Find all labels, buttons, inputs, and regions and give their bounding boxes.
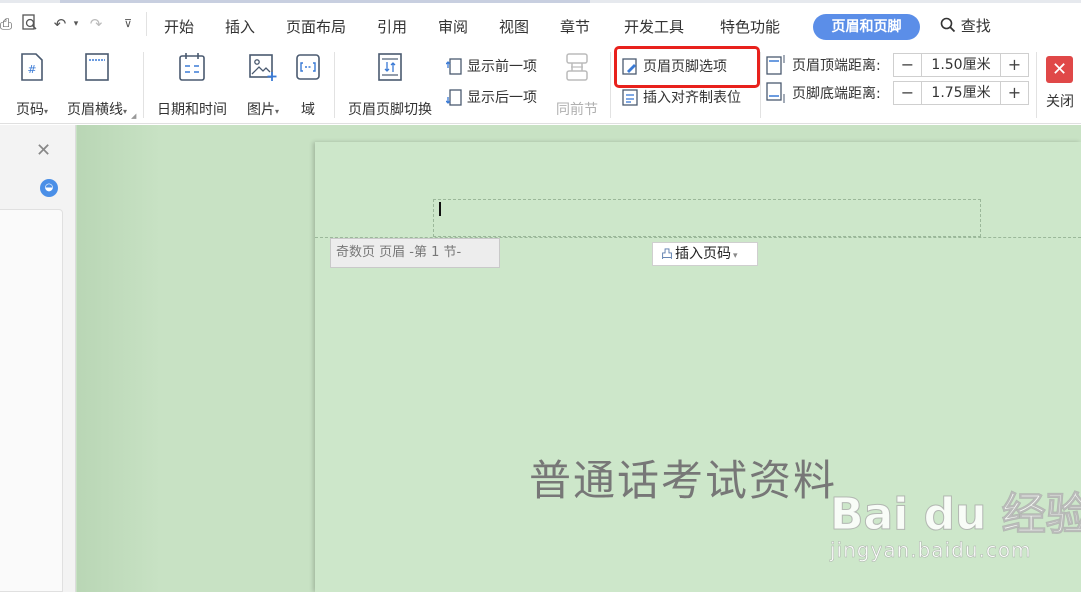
menu-item-section[interactable]: 章节 (560, 17, 590, 37)
footer-bottom-distance-label: 页脚底端距离: (792, 86, 881, 102)
picture-button[interactable]: 图片▾ (238, 52, 288, 118)
link-to-previous-icon (566, 53, 588, 81)
footer-bottom-distance-input[interactable]: 1.75厘米 (923, 82, 999, 104)
header-top-distance-icon (766, 55, 785, 75)
header-footer-switch-label: 页眉页脚切换 (348, 102, 432, 118)
menu-divider (146, 12, 147, 36)
footer-bottom-distance-icon (766, 82, 785, 103)
print-preview-icon[interactable] (20, 14, 40, 34)
search-label: 查找 (960, 17, 991, 35)
assistant-icon[interactable]: ◒ (40, 179, 58, 197)
menu-item-developer[interactable]: 开发工具 (624, 17, 684, 37)
text-cursor (439, 202, 441, 216)
date-time-label: 日期和时间 (157, 102, 227, 118)
close-icon: ✕ (1051, 59, 1068, 80)
menu-item-insert[interactable]: 插入 (225, 17, 255, 37)
header-top-distance-label: 页眉顶端距离: (792, 58, 881, 74)
field-button[interactable]: 域 (290, 52, 326, 118)
show-previous-label: 显示前一项 (467, 59, 537, 75)
show-next-label: 显示后一项 (467, 90, 537, 106)
header-line-icon (85, 53, 109, 81)
page-gutter (77, 125, 317, 592)
header-line-label: 页眉横线 (66, 102, 123, 118)
header-top-distance-spinner: − 1.50厘米 + (893, 53, 1029, 77)
undo-dropdown-icon[interactable]: ▾ (66, 14, 86, 34)
title-strip (0, 0, 1081, 3)
ribbon-divider (334, 52, 335, 118)
show-next-button[interactable]: 显示后一项 (446, 87, 537, 109)
switch-icon (378, 53, 402, 81)
calendar-icon (179, 53, 205, 81)
footer-bottom-distance-spinner: − 1.75厘米 + (893, 81, 1029, 105)
menu-bar: ⎙ ↶ ▾ ↷ ⊽ 开始 插入 页面布局 引用 审阅 视图 章节 开发工具 特色… (0, 0, 1081, 44)
decrease-header-distance-button[interactable]: − (894, 54, 922, 76)
date-time-button[interactable]: 日期和时间 (152, 52, 232, 118)
same-as-previous-label: 同前节 (556, 102, 598, 118)
insert-page-number-button[interactable]: 凸插入页码 ▾ (652, 242, 758, 266)
menu-item-special[interactable]: 特色功能 (720, 17, 780, 37)
menu-item-review[interactable]: 审阅 (438, 17, 468, 37)
ribbon-divider (760, 52, 761, 118)
document-tab-strip (60, 0, 590, 3)
insert-align-tab-button[interactable]: 插入对齐制表位 (622, 87, 741, 109)
print-icon[interactable]: ⎙ (0, 14, 16, 34)
menu-item-page-layout[interactable]: 页面布局 (286, 17, 346, 37)
watermark-url: jingyan.baidu.com (830, 538, 1032, 563)
page-number-label: 页码 (15, 102, 44, 118)
field-icon (296, 54, 320, 80)
show-previous-button[interactable]: 显示前一项 (446, 56, 537, 78)
menu-item-references[interactable]: 引用 (377, 17, 407, 37)
increase-header-distance-button[interactable]: + (1000, 54, 1028, 76)
header-top-distance-input[interactable]: 1.50厘米 (923, 54, 999, 76)
picture-icon (249, 54, 277, 81)
close-label: 关闭 (1046, 94, 1074, 110)
dropdown-arrow-icon: ▾ (733, 251, 738, 261)
insert-align-tab-label: 插入对齐制表位 (643, 90, 741, 106)
menu-item-view[interactable]: 视图 (499, 17, 529, 37)
page-number-small-icon: 凸 (661, 247, 674, 261)
menu-item-header-footer[interactable]: 页眉和页脚 (813, 14, 920, 40)
svg-text:#: # (27, 63, 36, 76)
highlight-annotation (614, 46, 760, 88)
same-as-previous-button[interactable]: 同前节 (552, 52, 602, 118)
increase-footer-distance-button[interactable]: + (1000, 82, 1028, 104)
decrease-footer-distance-button[interactable]: − (894, 82, 922, 104)
insert-page-number-label: 插入页码 (675, 246, 731, 262)
navigation-pane: ✕ ◒ (0, 125, 76, 592)
page-number-button[interactable]: # 页码▾ (10, 52, 54, 118)
odd-page-header-label: 奇数页 页眉 -第 1 节- (330, 238, 500, 268)
picture-label: 图片 (246, 102, 275, 118)
ribbon-divider (610, 52, 611, 118)
header-edit-area[interactable] (433, 199, 981, 237)
customize-toolbar-icon[interactable]: ⊽ (118, 14, 138, 34)
ribbon-divider (143, 52, 144, 118)
document-body-title: 普通话考试资料 (529, 456, 838, 505)
baidu-jingyan-watermark: Bai du 经验 jingyan.baidu.com (830, 478, 1081, 588)
header-line-button[interactable]: 页眉横线▾ (60, 52, 134, 118)
group-launcher-icon[interactable]: ◢ (131, 112, 136, 120)
ribbon-toolbar: # 页码▾ 页眉横线▾ ◢ 日期和时间 图片▾ 域 页眉页脚切换 显示前一项 显… (0, 44, 1081, 124)
menu-item-home[interactable]: 开始 (164, 17, 194, 37)
search-icon (940, 17, 956, 33)
dropdown-arrow-icon: ▾ (43, 107, 48, 116)
close-header-footer-button[interactable]: ✕ (1046, 56, 1073, 83)
show-previous-icon (446, 58, 462, 75)
align-tab-icon (622, 89, 638, 106)
ribbon-divider (1036, 52, 1037, 118)
page-number-icon: # (21, 53, 43, 81)
search-button[interactable]: 查找 (940, 16, 991, 36)
header-footer-switch-button[interactable]: 页眉页脚切换 (342, 52, 438, 118)
dropdown-arrow-icon: ▾ (122, 107, 127, 116)
field-label: 域 (301, 102, 315, 118)
dropdown-arrow-icon: ▾ (274, 107, 279, 116)
navigation-panel-body (0, 209, 63, 592)
redo-icon[interactable]: ↷ (86, 14, 106, 34)
show-next-icon (446, 89, 462, 106)
watermark-brand: Bai du 经验 (830, 489, 1081, 541)
close-pane-icon[interactable]: ✕ (36, 141, 51, 161)
